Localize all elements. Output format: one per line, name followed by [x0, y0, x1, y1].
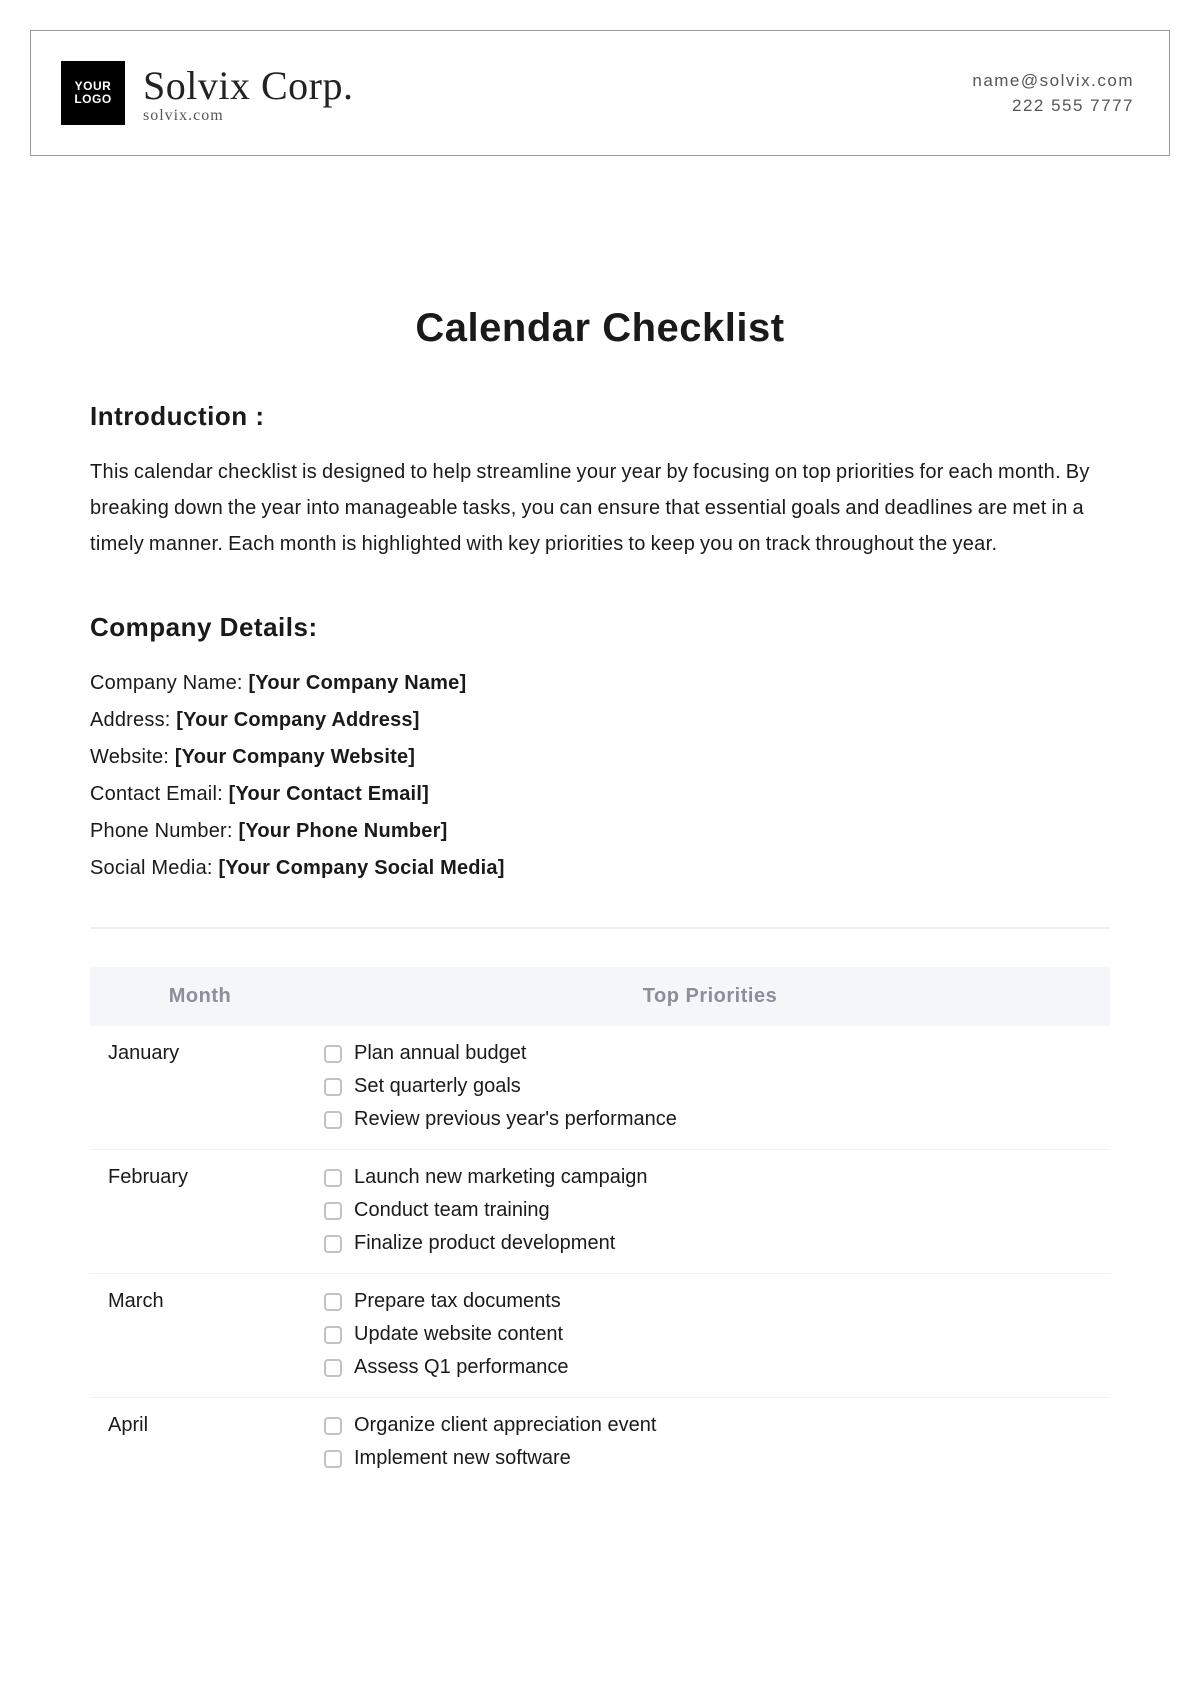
priorities-cell: Launch new marketing campaign Conduct tea… — [310, 1150, 1110, 1274]
detail-row: Company Name: [Your Company Name] — [90, 665, 1110, 702]
priority-item: Assess Q1 performance — [324, 1356, 1096, 1379]
detail-label: Social Media: — [90, 857, 213, 879]
priority-text: Organize client appreciation event — [354, 1414, 656, 1437]
checkbox-icon[interactable] — [324, 1169, 342, 1187]
priority-text: Review previous year's performance — [354, 1108, 677, 1131]
letterhead-left: YOURLOGO Solvix Corp. solvix.com — [61, 61, 353, 125]
company-details-list: Company Name: [Your Company Name] Addres… — [90, 665, 1110, 887]
company-site: solvix.com — [143, 107, 353, 125]
month-cell: January — [90, 1026, 310, 1150]
table-row: February Launch new marketing campaign Con… — [90, 1150, 1110, 1274]
intro-body: This calendar checklist is designed to h… — [90, 454, 1110, 562]
section-divider — [90, 927, 1110, 929]
detail-label: Website: — [90, 746, 169, 768]
checkbox-icon[interactable] — [324, 1111, 342, 1129]
detail-row: Website: [Your Company Website] — [90, 739, 1110, 776]
checkbox-icon[interactable] — [324, 1326, 342, 1344]
table-row: January Plan annual budget Set quarterly g… — [90, 1026, 1110, 1150]
priority-item: Update website content — [324, 1323, 1096, 1346]
page-title: Calendar Checklist — [90, 306, 1110, 351]
priority-item: Organize client appreciation event — [324, 1414, 1096, 1437]
table-row: March Prepare tax documents Update website… — [90, 1274, 1110, 1398]
checkbox-icon[interactable] — [324, 1045, 342, 1063]
contact-email: name@solvix.com — [972, 68, 1134, 94]
detail-label: Address: — [90, 709, 171, 731]
detail-row: Phone Number: [Your Phone Number] — [90, 813, 1110, 850]
priority-item: Review previous year's performance — [324, 1108, 1096, 1131]
priority-list: Prepare tax documents Update website cont… — [324, 1290, 1096, 1379]
detail-value: [Your Contact Email] — [229, 783, 429, 805]
detail-value: [Your Phone Number] — [238, 820, 447, 842]
priority-item: Conduct team training — [324, 1199, 1096, 1222]
priority-item: Set quarterly goals — [324, 1075, 1096, 1098]
priority-text: Update website content — [354, 1323, 563, 1346]
priority-list: Launch new marketing campaign Conduct tea… — [324, 1166, 1096, 1255]
detail-value: [Your Company Website] — [175, 746, 415, 768]
priority-text: Finalize product development — [354, 1232, 615, 1255]
priority-item: Prepare tax documents — [324, 1290, 1096, 1313]
checkbox-icon[interactable] — [324, 1450, 342, 1468]
detail-value: [Your Company Address] — [176, 709, 419, 731]
intro-heading: Introduction : — [90, 401, 1110, 432]
checklist-table-wrap: Month Top Priorities JanuaryPlan annual … — [90, 967, 1110, 1488]
priority-text: Launch new marketing campaign — [354, 1166, 648, 1189]
priorities-cell: Prepare tax documents Update website cont… — [310, 1274, 1110, 1398]
priority-item: Implement new software — [324, 1447, 1096, 1470]
priority-text: Set quarterly goals — [354, 1075, 521, 1098]
priority-list: Plan annual budget Set quarterly goals Rev… — [324, 1042, 1096, 1131]
checkbox-icon[interactable] — [324, 1293, 342, 1311]
checkbox-icon[interactable] — [324, 1202, 342, 1220]
priority-text: Plan annual budget — [354, 1042, 526, 1065]
checkbox-icon[interactable] — [324, 1235, 342, 1253]
col-header-priorities: Top Priorities — [310, 967, 1110, 1026]
contact-phone: 222 555 7777 — [972, 93, 1134, 119]
detail-label: Company Name: — [90, 672, 243, 694]
detail-row: Contact Email: [Your Contact Email] — [90, 776, 1110, 813]
checklist-table: Month Top Priorities JanuaryPlan annual … — [90, 967, 1110, 1488]
company-details-heading: Company Details: — [90, 612, 1110, 643]
detail-value: [Your Company Social Media] — [218, 857, 504, 879]
checkbox-icon[interactable] — [324, 1417, 342, 1435]
priority-item: Finalize product development — [324, 1232, 1096, 1255]
company-block: Solvix Corp. solvix.com — [143, 62, 353, 125]
priority-text: Implement new software — [354, 1447, 571, 1470]
priorities-cell: Plan annual budget Set quarterly goals Rev… — [310, 1026, 1110, 1150]
priority-text: Conduct team training — [354, 1199, 550, 1222]
priorities-cell: Organize client appreciation event Implem… — [310, 1398, 1110, 1489]
priority-text: Assess Q1 performance — [354, 1356, 569, 1379]
detail-value: [Your Company Name] — [248, 672, 466, 694]
priority-item: Launch new marketing campaign — [324, 1166, 1096, 1189]
logo-placeholder: YOURLOGO — [61, 61, 125, 125]
month-cell: March — [90, 1274, 310, 1398]
month-cell: February — [90, 1150, 310, 1274]
col-header-month: Month — [90, 967, 310, 1026]
table-row: April Organize client appreciation event I… — [90, 1398, 1110, 1489]
priority-item: Plan annual budget — [324, 1042, 1096, 1065]
company-name: Solvix Corp. — [143, 62, 353, 109]
letterhead: YOURLOGO Solvix Corp. solvix.com name@so… — [30, 30, 1170, 156]
detail-label: Phone Number: — [90, 820, 233, 842]
contact-block: name@solvix.com 222 555 7777 — [972, 68, 1134, 119]
month-cell: April — [90, 1398, 310, 1489]
priority-text: Prepare tax documents — [354, 1290, 561, 1313]
checkbox-icon[interactable] — [324, 1359, 342, 1377]
detail-row: Social Media: [Your Company Social Media… — [90, 850, 1110, 887]
detail-label: Contact Email: — [90, 783, 223, 805]
checkbox-icon[interactable] — [324, 1078, 342, 1096]
detail-row: Address: [Your Company Address] — [90, 702, 1110, 739]
priority-list: Organize client appreciation event Implem… — [324, 1414, 1096, 1470]
